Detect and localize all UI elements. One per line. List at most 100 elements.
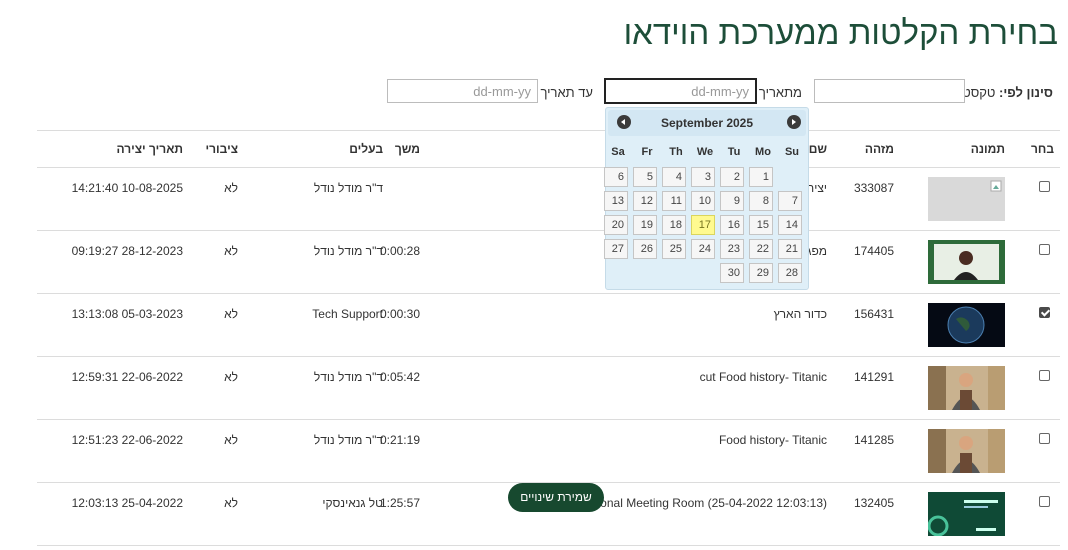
filter-label-bold: סינון לפי: (999, 85, 1053, 100)
recording-public: לא (224, 307, 238, 321)
calendar-day[interactable]: 27 (604, 239, 628, 259)
recording-created: 13:13:08 05-03-2023 (71, 307, 183, 321)
recording-thumbnail (928, 177, 1005, 221)
calendar-day-today[interactable]: 17 (691, 215, 715, 235)
table-header: בחר תמונה מזהה שם משך בעלים ציבורי תאריך… (37, 130, 1060, 168)
row-select-checkbox[interactable] (1039, 307, 1050, 318)
header-created: תאריך יצירה (116, 142, 183, 156)
recording-id: 141285 (853, 433, 894, 447)
recording-thumbnail (928, 429, 1005, 473)
calendar-day[interactable]: 16 (720, 215, 744, 235)
recording-owner: ד"ר מודל נודל (313, 244, 383, 258)
recording-thumbnail (928, 240, 1005, 284)
recording-created: 12:51:23 22-06-2022 (71, 433, 183, 447)
recording-id: 141291 (853, 370, 894, 384)
calendar-day[interactable]: 3 (691, 167, 715, 187)
recording-owner: טל גנאינסקי (322, 496, 383, 510)
header-select: בחר (1031, 142, 1054, 156)
weekday-label: Sa (611, 146, 625, 158)
weekday-label: Tu (727, 146, 741, 158)
header-image: תמונה (970, 142, 1005, 156)
calendar-day[interactable]: 6 (604, 167, 628, 187)
header-id: מזהה (864, 142, 894, 156)
calendar-day[interactable]: 14 (778, 215, 802, 235)
calendar-day[interactable]: 10 (691, 191, 715, 211)
header-owner: בעלים (349, 142, 383, 156)
recording-name: cut Food history- Titanic (699, 370, 827, 384)
recording-thumbnail (928, 303, 1005, 347)
table-row: 141285 Food history- Titanic 0:21:19 ד"ר… (37, 420, 1060, 483)
table-row: 141291 cut Food history- Titanic 0:05:42… (37, 357, 1060, 420)
recording-duration: 0:00:28 (379, 244, 420, 258)
calendar-day[interactable]: 15 (749, 215, 773, 235)
weekday-label: Th (669, 146, 683, 158)
from-date-label: מתאריך (758, 85, 802, 100)
save-changes-button[interactable]: שמירת שינויים (508, 483, 604, 512)
table-row: 156431 כדור הארץ 0:00:30 Tech Support לא… (37, 294, 1060, 357)
calendar-day[interactable]: 7 (778, 191, 802, 211)
recording-owner: ד"ר מודל נודל (313, 370, 383, 384)
row-select-checkbox[interactable] (1039, 370, 1050, 381)
calendar-day[interactable]: 24 (691, 239, 715, 259)
recording-id: 333087 (853, 181, 894, 195)
calendar-day[interactable]: 22 (749, 239, 773, 259)
filter-label: סינון לפי: טקסט (962, 85, 1053, 100)
recording-name: Food history- Titanic (718, 433, 827, 447)
page-title: בחירת הקלטות ממערכת הוידאו (623, 14, 1058, 51)
calendar-day[interactable]: 8 (749, 191, 773, 211)
recording-created: 12:59:31 22-06-2022 (71, 370, 183, 384)
calendar-day[interactable]: 13 (604, 191, 628, 211)
calendar-day[interactable]: 9 (720, 191, 744, 211)
to-date-input[interactable] (387, 79, 538, 103)
datepicker-header: September 2025 (608, 110, 806, 136)
calendar-day[interactable]: 20 (604, 215, 628, 235)
calendar-day[interactable]: 1 (749, 167, 773, 187)
next-month-icon[interactable] (787, 115, 801, 129)
recording-duration: 0:05:42 (379, 370, 420, 384)
from-date-input[interactable] (605, 79, 756, 103)
datepicker-title: September 2025 (660, 116, 754, 130)
calendar-day[interactable]: 23 (720, 239, 744, 259)
calendar-day[interactable]: 5 (633, 167, 657, 187)
recording-created: 14:21:40 10-08-2025 (71, 181, 183, 195)
weekday-label: Su (784, 146, 800, 158)
weekday-label: Fr (641, 146, 653, 158)
save-changes-label: שמירת שינויים (520, 490, 592, 504)
header-name: שם (808, 142, 827, 156)
header-duration: משך (394, 142, 420, 156)
recording-public: לא (224, 244, 238, 258)
row-select-checkbox[interactable] (1039, 181, 1050, 192)
recording-duration: 0:00:30 (379, 307, 420, 321)
datepicker: September 2025 Su Mo Tu We Th Fr Sa 1 2 3 4 5 6 7 8 9 10… (604, 107, 809, 290)
calendar-day[interactable]: 12 (633, 191, 657, 211)
recording-public: לא (224, 370, 238, 384)
calendar-day[interactable]: 19 (633, 215, 657, 235)
calendar-day[interactable]: 11 (662, 191, 686, 211)
recording-duration: 1:25:57 (379, 496, 420, 510)
row-select-checkbox[interactable] (1039, 496, 1050, 507)
calendar-day[interactable]: 18 (662, 215, 686, 235)
table-row: 333087 יצירה ד"ר מודל נודל לא 14:21:40 1… (37, 168, 1060, 231)
recording-public: לא (224, 496, 238, 510)
calendar-day[interactable]: 2 (720, 167, 744, 187)
calendar-day[interactable]: 26 (633, 239, 657, 259)
calendar-day[interactable]: 25 (662, 239, 686, 259)
text-filter-input[interactable] (814, 79, 965, 103)
recording-created: 09:19:27 28-12-2023 (71, 244, 183, 258)
recording-id: 132405 (853, 496, 894, 510)
calendar-day[interactable]: 30 (720, 263, 744, 283)
calendar-day[interactable]: 29 (749, 263, 773, 283)
to-date-label: עד תאריך (540, 85, 593, 100)
row-select-checkbox[interactable] (1039, 244, 1050, 255)
filter-label-text: טקסט (962, 85, 996, 100)
recording-thumbnail (928, 366, 1005, 410)
header-public: ציבורי (205, 142, 238, 156)
weekday-label: Mo (755, 146, 771, 158)
calendar-day[interactable]: 21 (778, 239, 802, 259)
recording-public: לא (224, 433, 238, 447)
row-select-checkbox[interactable] (1039, 433, 1050, 444)
recording-id: 174405 (853, 244, 894, 258)
calendar-day[interactable]: 4 (662, 167, 686, 187)
calendar-day[interactable]: 28 (778, 263, 802, 283)
table-row: 174405 מפגש 0:00:28 ד"ר מודל נודל לא 09:… (37, 231, 1060, 294)
